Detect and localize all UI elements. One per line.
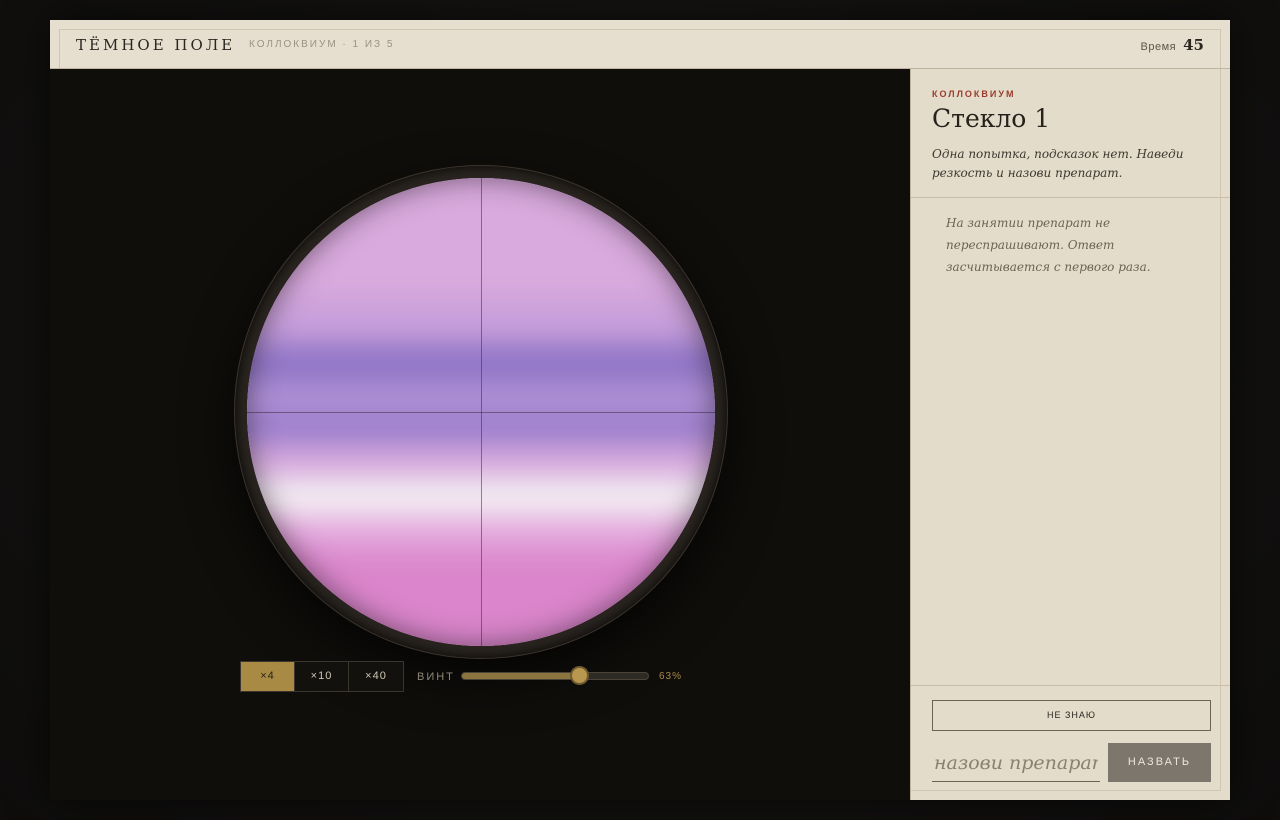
- magnification-x10-button[interactable]: ×10: [295, 662, 349, 691]
- focus-slider-fill: [462, 673, 580, 679]
- answer-input[interactable]: [932, 745, 1100, 782]
- microscope-stage: ×4 ×10 ×40 ВИНТ 63%: [50, 69, 910, 800]
- lens-vignette: [247, 178, 715, 646]
- app-title: ТЁМНОЕ ПОЛЕ: [76, 36, 236, 54]
- top-bar: ТЁМНОЕ ПОЛЕ КОЛЛОКВИУМ · 1 ИЗ 5 Время 45: [50, 20, 1230, 69]
- panel-eyebrow: КОЛЛОКВИУМ: [932, 89, 1016, 99]
- session-progress: КОЛЛОКВИУМ · 1 ИЗ 5: [249, 39, 395, 50]
- timer: Время 45: [1141, 36, 1204, 54]
- focus-slider[interactable]: [461, 668, 649, 683]
- submit-answer-button[interactable]: НАЗВАТЬ: [1108, 743, 1211, 782]
- microscope-field-of-view[interactable]: [247, 178, 715, 646]
- timer-value: 45: [1183, 36, 1204, 54]
- divider: [911, 685, 1230, 686]
- focus-value: 63%: [659, 671, 683, 682]
- divider: [911, 197, 1230, 198]
- dont-know-button[interactable]: НЕ ЗНАЮ: [932, 700, 1211, 731]
- instructions: Одна попытка, подсказок нет. Наведи резк…: [932, 147, 1184, 180]
- magnification-x40-button[interactable]: ×40: [349, 662, 403, 691]
- timer-label: Время: [1140, 41, 1177, 53]
- magnification-selector: ×4 ×10 ×40: [240, 661, 404, 692]
- slide-title: Стекло 1: [932, 104, 1051, 133]
- magnification-x4-button[interactable]: ×4: [241, 662, 295, 691]
- focus-slider-handle[interactable]: [572, 668, 588, 683]
- rules-note: На занятии препарат не переспрашивают. О…: [946, 216, 1151, 274]
- question-panel: КОЛЛОКВИУМ Стекло 1 Одна попытка, подска…: [910, 69, 1230, 800]
- eyepiece-ring: [235, 166, 727, 658]
- app-window: ТЁМНОЕ ПОЛЕ КОЛЛОКВИУМ · 1 ИЗ 5 Время 45: [50, 20, 1230, 800]
- focus-label: ВИНТ: [417, 671, 455, 683]
